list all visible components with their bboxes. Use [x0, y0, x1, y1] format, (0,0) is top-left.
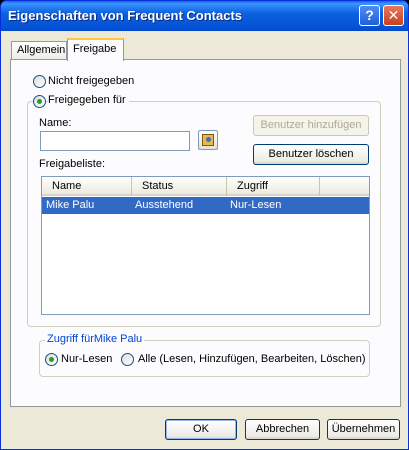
read-only-label[interactable]: Nur-Lesen	[61, 353, 112, 365]
name-label: Name:	[39, 117, 72, 129]
cancel-button[interactable]: Abbrechen	[245, 419, 320, 440]
access-group-title: Zugriff fürMike Palu	[45, 333, 145, 345]
read-only-radio[interactable]	[45, 353, 58, 366]
share-list-header: Name Status Zugriff	[42, 177, 369, 196]
ok-button[interactable]: OK	[165, 419, 237, 440]
add-user-button[interactable]: Benutzer hinzufügen	[253, 115, 369, 136]
shared-for-radio[interactable]	[33, 95, 46, 108]
apply-button[interactable]: Übernehmen	[327, 419, 400, 440]
properties-dialog: Eigenschaften von Frequent Contacts ? ✕ …	[0, 0, 409, 450]
address-book-icon	[202, 134, 214, 146]
name-input[interactable]	[40, 131, 190, 151]
not-shared-label[interactable]: Nicht freigegeben	[48, 75, 134, 87]
all-access-radio[interactable]	[121, 353, 134, 366]
share-list-label: Freigabeliste:	[39, 158, 106, 170]
column-name[interactable]: Name	[42, 177, 132, 196]
window-title: Eigenschaften von Frequent Contacts	[8, 8, 243, 23]
table-row[interactable]: Mike Palu Ausstehend Nur-Lesen	[42, 197, 369, 214]
column-access[interactable]: Zugriff	[227, 177, 320, 196]
title-bar[interactable]: Eigenschaften von Frequent Contacts ? ✕	[1, 1, 408, 31]
close-button[interactable]: ✕	[383, 5, 404, 26]
help-button[interactable]: ?	[359, 5, 380, 26]
row-access: Nur-Lesen	[230, 199, 282, 211]
all-access-label[interactable]: Alle (Lesen, Hinzufügen, Bearbeiten, Lös…	[138, 353, 365, 365]
tab-allgemein[interactable]: Allgemein	[11, 41, 67, 60]
address-book-button[interactable]	[198, 130, 218, 150]
column-status[interactable]: Status	[132, 177, 227, 196]
delete-user-button[interactable]: Benutzer löschen	[253, 144, 369, 165]
row-name: Mike Palu	[46, 199, 95, 211]
tab-freigabe[interactable]: Freigabe	[67, 38, 124, 61]
row-status: Ausstehend	[135, 199, 194, 211]
not-shared-radio[interactable]	[33, 75, 46, 88]
shared-for-label[interactable]: Freigegeben für	[48, 94, 129, 106]
share-list[interactable]: Name Status Zugriff Mike Palu Ausstehend…	[41, 176, 370, 315]
